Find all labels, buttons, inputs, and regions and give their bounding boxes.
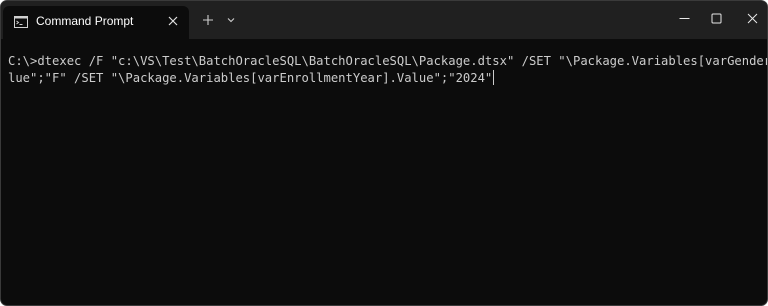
title-bar[interactable]: Command Prompt: [1, 1, 767, 39]
close-icon: [747, 13, 758, 24]
chevron-down-icon[interactable]: [223, 12, 239, 28]
terminal-line: C:\>dtexec /F "c:\VS\Test\BatchOracleSQL…: [8, 53, 767, 70]
terminal-line: lue";"F" /SET "\Package.Variables[varEnr…: [8, 70, 760, 87]
tab-command-prompt[interactable]: Command Prompt: [3, 6, 189, 39]
text-cursor: [493, 70, 495, 85]
terminal-line-text: lue";"F" /SET "\Package.Variables[varEnr…: [8, 71, 493, 85]
tab-title: Command Prompt: [36, 14, 134, 28]
new-tab-plus-icon[interactable]: [199, 12, 217, 28]
maximize-icon: [711, 13, 722, 24]
terminal-output[interactable]: C:\>dtexec /F "c:\VS\Test\BatchOracleSQL…: [8, 53, 767, 293]
command-prompt-window: Command Prompt C:\>dtexec /F "c:\VS\Test…: [0, 0, 768, 306]
cmd-icon: [14, 15, 28, 28]
close-button[interactable]: [729, 1, 767, 35]
minimize-icon: [679, 18, 690, 19]
terminal-line-text: C:\>dtexec /F "c:\VS\Test\BatchOracleSQL…: [8, 54, 768, 68]
tab-close-icon[interactable]: [165, 13, 181, 29]
